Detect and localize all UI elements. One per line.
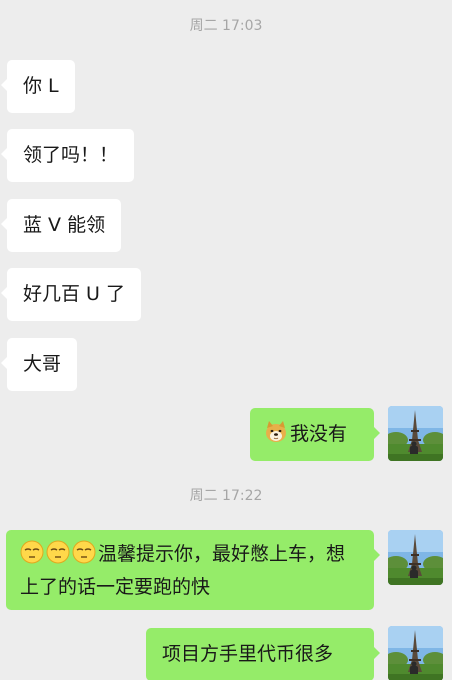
message-text: 我没有 bbox=[290, 423, 348, 445]
incoming-message-bubble[interactable]: 大哥 bbox=[0, 338, 78, 391]
eiffel-tower-photo-icon bbox=[388, 406, 443, 461]
outgoing-message-bubble[interactable]: 项目方手里代币很多 bbox=[146, 628, 380, 680]
message-text: 你 L bbox=[23, 75, 59, 97]
relieved-face-icon bbox=[46, 540, 70, 573]
user-avatar[interactable] bbox=[388, 530, 443, 585]
eiffel-tower-photo-icon bbox=[388, 626, 443, 680]
message-text: 领了吗！！ bbox=[23, 144, 119, 166]
eiffel-tower-photo-icon bbox=[388, 530, 443, 585]
timestamp: 周二 17:22 bbox=[189, 488, 263, 504]
message-text: 好几百 U 了 bbox=[23, 283, 125, 305]
chat-window: 周二 17:03 你 L 领了吗！！ 蓝 V 能领 好几百 U 了 大哥 我没有 bbox=[0, 0, 452, 680]
timestamp: 周二 17:03 bbox=[189, 18, 263, 34]
user-avatar[interactable] bbox=[388, 406, 443, 461]
incoming-message-bubble[interactable]: 领了吗！！ bbox=[0, 129, 135, 182]
outgoing-message-bubble[interactable]: 我没有 bbox=[250, 408, 380, 461]
user-avatar[interactable] bbox=[388, 626, 443, 680]
incoming-message-bubble[interactable]: 好几百 U 了 bbox=[1, 268, 141, 321]
relieved-face-icon bbox=[20, 540, 44, 573]
relieved-face-icon bbox=[72, 540, 96, 573]
message-text: 蓝 V 能领 bbox=[23, 214, 106, 236]
message-text: 大哥 bbox=[23, 353, 62, 375]
incoming-message-bubble[interactable]: 蓝 V 能领 bbox=[0, 199, 122, 252]
doge-face-icon bbox=[264, 420, 288, 453]
incoming-message-bubble[interactable]: 你 L bbox=[1, 60, 75, 113]
message-text: 项目方手里代币很多 bbox=[162, 643, 334, 665]
outgoing-message-bubble[interactable]: 温馨提示你，最好憋上车，想上了的话一定要跑的快 bbox=[6, 530, 380, 610]
